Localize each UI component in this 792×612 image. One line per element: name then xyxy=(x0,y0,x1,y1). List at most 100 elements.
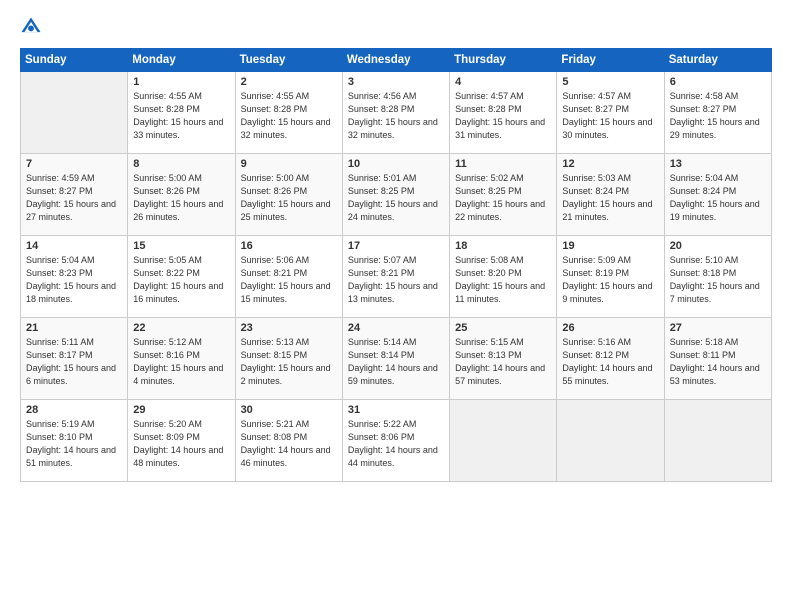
day-cell: 27 Sunrise: 5:18 AMSunset: 8:11 PMDayligh… xyxy=(664,318,771,400)
day-info: Sunrise: 5:07 AMSunset: 8:21 PMDaylight:… xyxy=(348,254,444,306)
day-info: Sunrise: 5:06 AMSunset: 8:21 PMDaylight:… xyxy=(241,254,337,306)
day-cell: 25Sunrise: 5:15 AMSunset: 8:13 PMDayligh… xyxy=(450,318,557,400)
day-number: 24 xyxy=(348,322,444,334)
day-number: 17 xyxy=(348,240,444,252)
day-cell xyxy=(450,400,557,482)
day-cell: 7Sunrise: 4:59 AMSunset: 8:27 PMDaylight… xyxy=(21,154,128,236)
day-cell: 16 Sunrise: 5:06 AMSunset: 8:21 PMDayligh… xyxy=(235,236,342,318)
day-number: 29 xyxy=(133,404,229,416)
day-number: 4 xyxy=(455,76,551,88)
day-cell: 3 Sunrise: 4:56 AMSunset: 8:28 PMDaylight… xyxy=(342,72,449,154)
header-cell-wednesday: Wednesday xyxy=(342,49,449,72)
day-number: 9 xyxy=(241,158,337,170)
day-cell: 5Sunrise: 4:57 AMSunset: 8:27 PMDaylight… xyxy=(557,72,664,154)
day-number: 5 xyxy=(562,76,658,88)
week-row-1: 7Sunrise: 4:59 AMSunset: 8:27 PMDaylight… xyxy=(21,154,772,236)
day-info: Sunrise: 5:04 AMSunset: 8:23 PMDaylight:… xyxy=(26,254,122,306)
day-info: Sunrise: 5:13 AMSunset: 8:15 PMDaylight:… xyxy=(241,336,337,388)
day-cell: 12 Sunrise: 5:03 AMSunset: 8:24 PMDayligh… xyxy=(557,154,664,236)
day-info: Sunrise: 5:03 AMSunset: 8:24 PMDaylight:… xyxy=(562,172,658,224)
day-cell xyxy=(21,72,128,154)
day-cell: 18 Sunrise: 5:08 AMSunset: 8:20 PMDayligh… xyxy=(450,236,557,318)
day-cell: 2 Sunrise: 4:55 AMSunset: 8:28 PMDaylight… xyxy=(235,72,342,154)
day-cell: 20 Sunrise: 5:10 AMSunset: 8:18 PMDayligh… xyxy=(664,236,771,318)
day-info: Sunrise: 5:09 AMSunset: 8:19 PMDaylight:… xyxy=(562,254,658,306)
calendar-table: SundayMondayTuesdayWednesdayThursdayFrid… xyxy=(20,48,772,482)
day-number: 27 xyxy=(670,322,766,334)
day-info: Sunrise: 5:08 AMSunset: 8:20 PMDaylight:… xyxy=(455,254,551,306)
day-info: Sunrise: 4:55 AMSunset: 8:28 PMDaylight:… xyxy=(133,90,229,142)
day-number: 6 xyxy=(670,76,766,88)
day-cell: 21Sunrise: 5:11 AMSunset: 8:17 PMDayligh… xyxy=(21,318,128,400)
day-number: 11 xyxy=(455,158,551,170)
day-cell: 19 Sunrise: 5:09 AMSunset: 8:19 PMDayligh… xyxy=(557,236,664,318)
day-info: Sunrise: 4:58 AMSunset: 8:27 PMDaylight:… xyxy=(670,90,766,142)
day-cell: 13 Sunrise: 5:04 AMSunset: 8:24 PMDayligh… xyxy=(664,154,771,236)
day-cell xyxy=(557,400,664,482)
day-info: Sunrise: 4:55 AMSunset: 8:28 PMDaylight:… xyxy=(241,90,337,142)
day-info: Sunrise: 5:15 AMSunset: 8:13 PMDaylight:… xyxy=(455,336,551,388)
day-number: 15 xyxy=(133,240,229,252)
day-cell: 17 Sunrise: 5:07 AMSunset: 8:21 PMDayligh… xyxy=(342,236,449,318)
day-number: 1 xyxy=(133,76,229,88)
day-cell: 8 Sunrise: 5:00 AMSunset: 8:26 PMDaylight… xyxy=(128,154,235,236)
day-info: Sunrise: 5:00 AMSunset: 8:26 PMDaylight:… xyxy=(241,172,337,224)
header-cell-friday: Friday xyxy=(557,49,664,72)
logo-icon xyxy=(20,16,42,38)
day-cell xyxy=(664,400,771,482)
day-number: 28 xyxy=(26,404,122,416)
day-number: 30 xyxy=(241,404,337,416)
day-info: Sunrise: 5:01 AMSunset: 8:25 PMDaylight:… xyxy=(348,172,444,224)
day-cell: 14 Sunrise: 5:04 AMSunset: 8:23 PMDayligh… xyxy=(21,236,128,318)
day-info: Sunrise: 5:14 AMSunset: 8:14 PMDaylight:… xyxy=(348,336,444,388)
day-cell: 10 Sunrise: 5:01 AMSunset: 8:25 PMDayligh… xyxy=(342,154,449,236)
day-number: 2 xyxy=(241,76,337,88)
day-info: Sunrise: 5:19 AMSunset: 8:10 PMDaylight:… xyxy=(26,418,122,470)
day-info: Sunrise: 4:57 AMSunset: 8:28 PMDaylight:… xyxy=(455,90,551,142)
day-info: Sunrise: 5:11 AMSunset: 8:17 PMDaylight:… xyxy=(26,336,122,388)
header-cell-thursday: Thursday xyxy=(450,49,557,72)
day-cell: 1 Sunrise: 4:55 AMSunset: 8:28 PMDaylight… xyxy=(128,72,235,154)
day-info: Sunrise: 5:18 AMSunset: 8:11 PMDaylight:… xyxy=(670,336,766,388)
header-row: SundayMondayTuesdayWednesdayThursdayFrid… xyxy=(21,49,772,72)
day-info: Sunrise: 5:10 AMSunset: 8:18 PMDaylight:… xyxy=(670,254,766,306)
day-cell: 26Sunrise: 5:16 AMSunset: 8:12 PMDayligh… xyxy=(557,318,664,400)
day-cell: 6 Sunrise: 4:58 AMSunset: 8:27 PMDaylight… xyxy=(664,72,771,154)
day-number: 22 xyxy=(133,322,229,334)
day-info: Sunrise: 5:02 AMSunset: 8:25 PMDaylight:… xyxy=(455,172,551,224)
day-number: 13 xyxy=(670,158,766,170)
day-number: 10 xyxy=(348,158,444,170)
day-info: Sunrise: 4:56 AMSunset: 8:28 PMDaylight:… xyxy=(348,90,444,142)
header xyxy=(20,16,772,38)
day-number: 23 xyxy=(241,322,337,334)
header-cell-sunday: Sunday xyxy=(21,49,128,72)
day-number: 20 xyxy=(670,240,766,252)
logo xyxy=(20,16,46,38)
day-cell: 30 Sunrise: 5:21 AMSunset: 8:08 PMDayligh… xyxy=(235,400,342,482)
week-row-2: 14 Sunrise: 5:04 AMSunset: 8:23 PMDayligh… xyxy=(21,236,772,318)
day-info: Sunrise: 5:00 AMSunset: 8:26 PMDaylight:… xyxy=(133,172,229,224)
day-number: 19 xyxy=(562,240,658,252)
day-number: 14 xyxy=(26,240,122,252)
day-cell: 24 Sunrise: 5:14 AMSunset: 8:14 PMDayligh… xyxy=(342,318,449,400)
day-cell: 31 Sunrise: 5:22 AMSunset: 8:06 PMDayligh… xyxy=(342,400,449,482)
day-cell: 22 Sunrise: 5:12 AMSunset: 8:16 PMDayligh… xyxy=(128,318,235,400)
day-info: Sunrise: 5:04 AMSunset: 8:24 PMDaylight:… xyxy=(670,172,766,224)
day-number: 8 xyxy=(133,158,229,170)
day-info: Sunrise: 5:20 AMSunset: 8:09 PMDaylight:… xyxy=(133,418,229,470)
header-cell-saturday: Saturday xyxy=(664,49,771,72)
day-number: 18 xyxy=(455,240,551,252)
header-cell-tuesday: Tuesday xyxy=(235,49,342,72)
day-cell: 15 Sunrise: 5:05 AMSunset: 8:22 PMDayligh… xyxy=(128,236,235,318)
day-cell: 11 Sunrise: 5:02 AMSunset: 8:25 PMDayligh… xyxy=(450,154,557,236)
day-cell: 29 Sunrise: 5:20 AMSunset: 8:09 PMDayligh… xyxy=(128,400,235,482)
day-number: 12 xyxy=(562,158,658,170)
day-number: 7 xyxy=(26,158,122,170)
day-number: 3 xyxy=(348,76,444,88)
day-number: 31 xyxy=(348,404,444,416)
day-info: Sunrise: 5:22 AMSunset: 8:06 PMDaylight:… xyxy=(348,418,444,470)
day-info: Sunrise: 5:05 AMSunset: 8:22 PMDaylight:… xyxy=(133,254,229,306)
day-info: Sunrise: 5:12 AMSunset: 8:16 PMDaylight:… xyxy=(133,336,229,388)
day-info: Sunrise: 5:21 AMSunset: 8:08 PMDaylight:… xyxy=(241,418,337,470)
day-number: 16 xyxy=(241,240,337,252)
